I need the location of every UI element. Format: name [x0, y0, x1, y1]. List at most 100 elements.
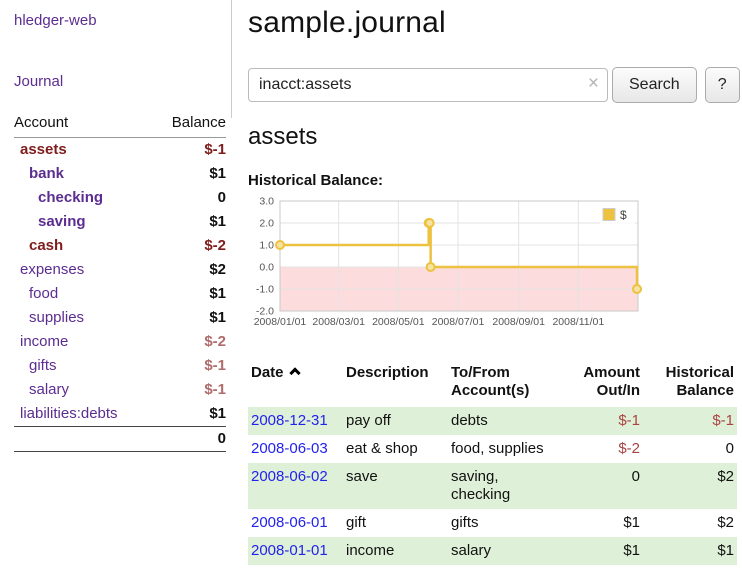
- svg-text:2008/11/01: 2008/11/01: [552, 316, 604, 328]
- svg-text:2.0: 2.0: [259, 218, 274, 230]
- search-button[interactable]: Search: [612, 67, 697, 103]
- account-balance: $1: [153, 402, 226, 427]
- sort-ascending-icon: [289, 367, 300, 378]
- account-row: checking 0: [14, 186, 226, 210]
- svg-text:2008/01/01: 2008/01/01: [254, 316, 307, 328]
- transaction-date-link[interactable]: 2008-12-31: [251, 412, 328, 429]
- transaction-description: save: [343, 463, 448, 509]
- svg-text:3.0: 3.0: [259, 196, 274, 208]
- account-balance: $1: [153, 162, 226, 186]
- account-row: liabilities:debts $1: [14, 402, 226, 427]
- register-header-date[interactable]: Date: [248, 363, 343, 407]
- account-link-cash[interactable]: cash: [14, 238, 63, 254]
- transaction-balance: $2: [643, 509, 737, 537]
- account-link-salary[interactable]: salary: [14, 382, 69, 398]
- search-form: × Search ?: [248, 67, 737, 103]
- transaction-date-link[interactable]: 2008-06-02: [251, 468, 328, 485]
- balance-chart-svg: 3.02.01.00.0-1.0-2.02008/01/012008/03/01…: [248, 196, 644, 332]
- clear-search-icon[interactable]: ×: [588, 74, 599, 94]
- transaction-amount: $-1: [573, 407, 643, 435]
- account-balance: $-1: [153, 354, 226, 378]
- register-header-row: Date Description To/From Account(s) Amou…: [248, 363, 737, 407]
- account-balance: 0: [153, 186, 226, 210]
- account-link-supplies[interactable]: supplies: [14, 310, 84, 326]
- account-balance: $-2: [153, 234, 226, 258]
- svg-text:$: $: [620, 208, 627, 222]
- transaction-balance: $2: [643, 463, 737, 509]
- transaction-accounts: debts: [448, 407, 573, 435]
- help-button[interactable]: ?: [705, 67, 740, 103]
- account-link-checking[interactable]: checking: [14, 190, 103, 206]
- transaction-row[interactable]: 2008-06-02savesaving,checking0$2: [248, 463, 737, 509]
- sidebar-item-journal[interactable]: Journal: [14, 73, 226, 90]
- account-row: expenses $2: [14, 258, 226, 282]
- account-heading: assets: [248, 123, 737, 151]
- transaction-row[interactable]: 2008-01-01incomesalary$1$1: [248, 537, 737, 565]
- page-title: sample.journal: [248, 6, 737, 40]
- transaction-balance: $1: [643, 537, 737, 565]
- accounts-header-account: Account: [14, 114, 153, 138]
- transaction-balance: 0: [643, 435, 737, 463]
- account-link-food[interactable]: food: [14, 286, 58, 302]
- search-box: ×: [248, 68, 608, 102]
- accounts-table: Account Balance assets $-1 bank $1 checking 0…: [14, 114, 226, 452]
- register-table: Date Description To/From Account(s) Amou…: [248, 363, 737, 565]
- transaction-amount: $1: [573, 537, 643, 565]
- account-row: gifts $-1: [14, 354, 226, 378]
- transaction-date-link[interactable]: 2008-06-03: [251, 440, 328, 457]
- account-balance: $1: [153, 210, 226, 234]
- transaction-row[interactable]: 2008-12-31pay offdebts$-1$-1: [248, 407, 737, 435]
- account-link-liabilities-debts[interactable]: liabilities:debts: [14, 406, 118, 422]
- account-balance: $-1: [153, 378, 226, 402]
- transaction-date-link[interactable]: 2008-06-01: [251, 514, 328, 531]
- register-header-amount: Amount Out/In: [573, 363, 643, 407]
- account-link-gifts[interactable]: gifts: [14, 358, 57, 374]
- transaction-accounts: food, supplies: [448, 435, 573, 463]
- sidebar: hledger-web Journal Account Balance asse…: [0, 0, 232, 452]
- account-link-expenses[interactable]: expenses: [14, 262, 84, 278]
- svg-text:2008/03/01: 2008/03/01: [312, 316, 365, 328]
- sidebar-divider: [231, 0, 232, 118]
- transaction-amount: $-2: [573, 435, 643, 463]
- transaction-row[interactable]: 2008-06-03 eat & shopfood, supplies$-20: [248, 435, 737, 463]
- account-row: cash $-2: [14, 234, 226, 258]
- svg-text:2008/05/01: 2008/05/01: [372, 316, 425, 328]
- transaction-balance: $-1: [643, 407, 737, 435]
- accounts-header-row: Account Balance: [14, 114, 226, 138]
- chart-title: Historical Balance:: [248, 172, 737, 189]
- svg-text:-1.0: -1.0: [256, 284, 274, 296]
- search-input[interactable]: [248, 68, 608, 102]
- account-row: supplies $1: [14, 306, 226, 330]
- account-row: assets $-1: [14, 138, 226, 163]
- transaction-row[interactable]: 2008-06-01giftgifts$1$2: [248, 509, 737, 537]
- account-row: food$1: [14, 282, 226, 306]
- account-row: bank $1: [14, 162, 226, 186]
- account-balance: $2: [153, 258, 226, 282]
- app-title-link[interactable]: hledger-web: [14, 12, 226, 29]
- account-link-saving[interactable]: saving: [14, 214, 86, 230]
- register-header-balance: Historical Balance: [643, 363, 737, 407]
- transaction-description: eat & shop: [343, 435, 448, 463]
- svg-text:0.0: 0.0: [259, 262, 274, 274]
- main-content: sample.journal × Search ? assets Histori…: [248, 0, 737, 565]
- transaction-description: gift: [343, 509, 448, 537]
- account-link-assets[interactable]: assets: [14, 142, 67, 158]
- hledger-web-app: hledger-web Journal Account Balance asse…: [0, 0, 742, 582]
- accounts-total-row: 0: [14, 427, 226, 452]
- transaction-description: income: [343, 537, 448, 565]
- transaction-date-link[interactable]: 2008-01-01: [251, 542, 328, 559]
- account-row: salary $-1: [14, 378, 226, 402]
- transaction-accounts: salary: [448, 537, 573, 565]
- accounts-total-balance: 0: [153, 427, 226, 452]
- svg-text:2008/07/01: 2008/07/01: [432, 316, 485, 328]
- transaction-accounts: saving,checking: [448, 463, 573, 509]
- account-balance: $-1: [153, 138, 226, 163]
- svg-text:2008/09/01: 2008/09/01: [492, 316, 545, 328]
- account-balance: $1: [153, 306, 226, 330]
- register-header-description: Description: [343, 363, 448, 407]
- account-balance: $-2: [153, 330, 226, 354]
- accounts-header-balance: Balance: [153, 114, 226, 138]
- account-link-income[interactable]: income: [14, 334, 68, 350]
- register-header-accounts: To/From Account(s): [448, 363, 573, 407]
- account-link-bank[interactable]: bank: [14, 166, 64, 182]
